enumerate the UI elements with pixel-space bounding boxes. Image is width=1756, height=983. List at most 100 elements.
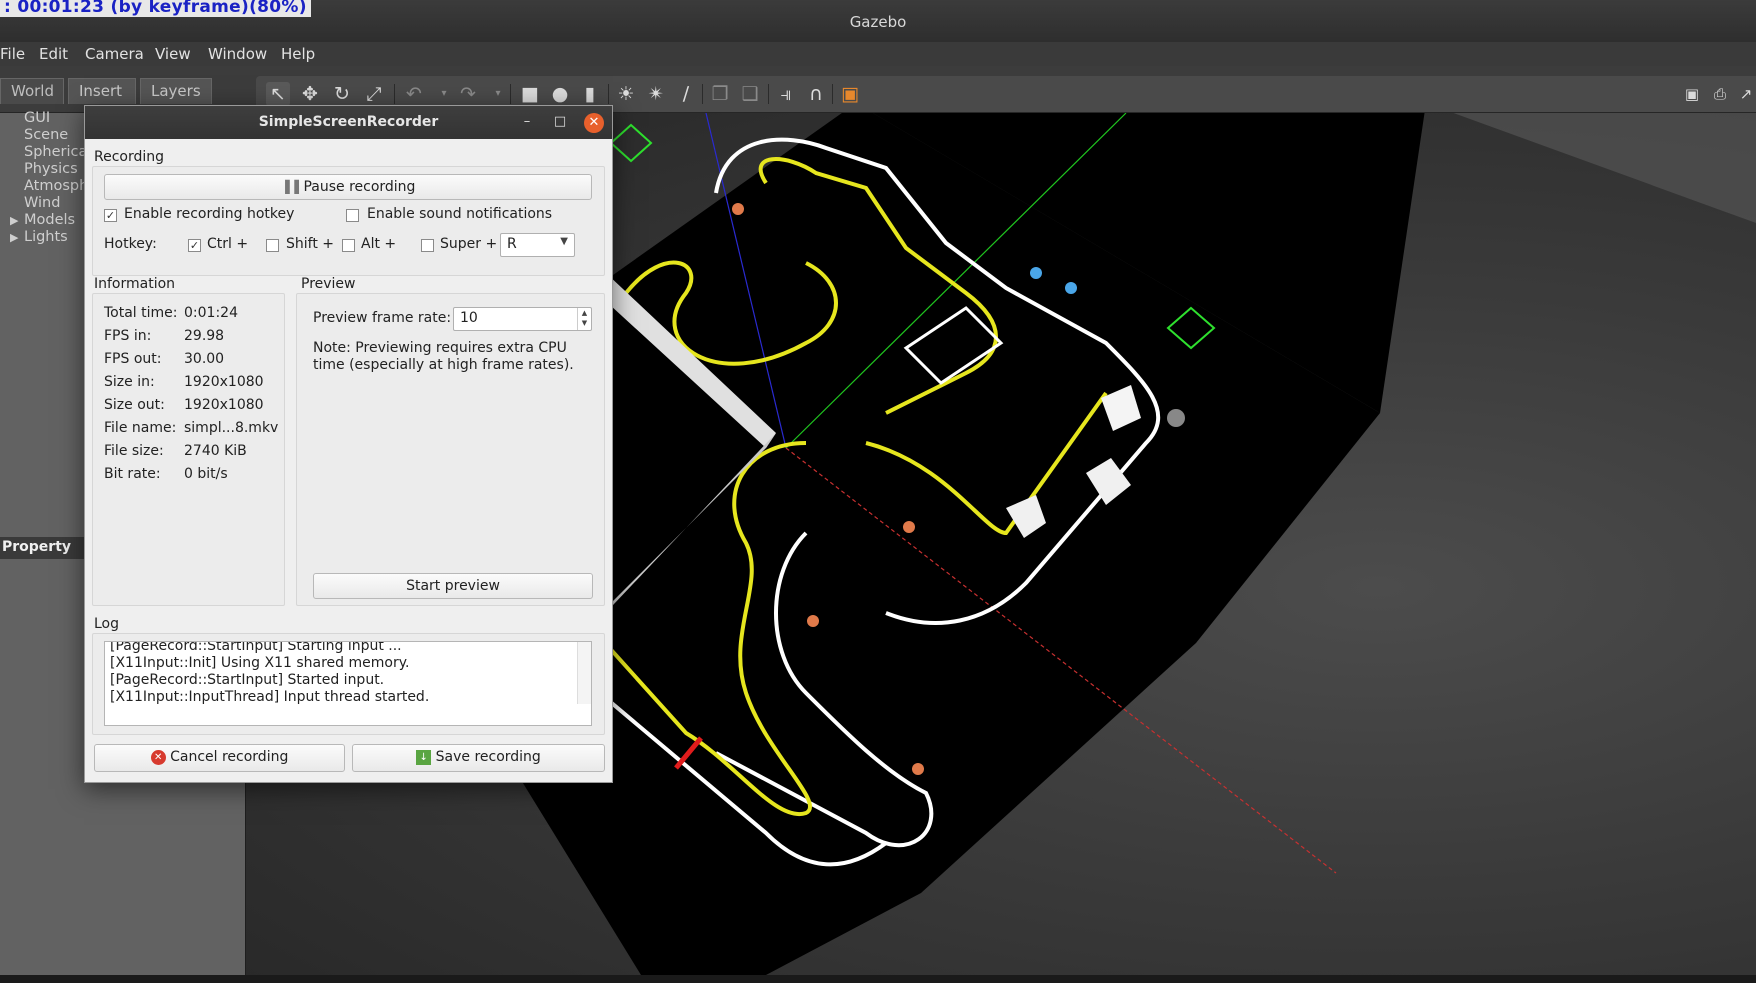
recording-group-label: Recording (94, 149, 165, 165)
ctrl-checkbox[interactable]: ✓ (188, 239, 201, 252)
tab-insert[interactable]: Insert (68, 78, 136, 104)
info-fps-out-value: 30.00 (184, 351, 225, 367)
info-total-time-key: Total time: (104, 305, 178, 321)
select-arrow-icon[interactable]: ↖ (266, 82, 290, 106)
super-label: Super + (440, 236, 498, 252)
preview-note: Note: Previewing requires extra CPU time… (313, 340, 574, 373)
log-line: [X11Input::InputThread] Input thread sta… (110, 689, 430, 705)
robot (807, 615, 819, 627)
log-group-label: Log (94, 616, 120, 632)
tree-item-physics[interactable]: Physics (24, 161, 78, 177)
cylinder-icon[interactable]: ▮ (578, 82, 602, 106)
save-recording-label: Save recording (435, 749, 541, 765)
enable-sound-checkbox[interactable] (346, 209, 359, 222)
tree-item-models[interactable]: Models (24, 212, 75, 228)
cancel-icon: ✕ (150, 749, 166, 765)
undo-dropdown-icon[interactable]: ▾ (432, 82, 456, 106)
scale-icon[interactable]: ⤢ (362, 82, 386, 106)
menu-file[interactable]: File (0, 45, 25, 63)
menu-view[interactable]: View (155, 45, 191, 63)
redo-dropdown-icon[interactable]: ▾ (486, 82, 510, 106)
menu-edit[interactable]: Edit (39, 45, 68, 63)
tree-item-gui[interactable]: GUI (24, 110, 50, 126)
enable-hotkey-checkbox[interactable]: ✓ (104, 209, 117, 222)
log-textarea[interactable]: [PageRecord::StartInput] Starting input … (104, 641, 592, 726)
chevron-down-icon: ▼ (560, 236, 568, 247)
paste-icon[interactable]: ❑ (738, 82, 762, 106)
tree-item-spherical-coordinates[interactable]: Spherica (24, 144, 87, 160)
info-file-name-key: File name: (104, 420, 177, 436)
menu-camera[interactable]: Camera (85, 45, 144, 63)
preview-rate-value: 10 (460, 310, 478, 326)
info-size-out-key: Size out: (104, 397, 165, 413)
shift-checkbox[interactable] (266, 239, 279, 252)
close-icon[interactable]: ✕ (584, 113, 604, 133)
minimize-icon[interactable]: – (517, 113, 537, 133)
info-fps-in-value: 29.98 (184, 328, 225, 344)
menu-window[interactable]: Window (208, 45, 267, 63)
undo-icon[interactable]: ↶ (402, 82, 426, 106)
directional-light-icon[interactable]: ∕ (674, 82, 698, 106)
gazebo-titlebar: Gazebo : 00:01:23 (by keyframe)(80%) (0, 0, 1756, 42)
cancel-recording-label: Cancel recording (170, 749, 289, 765)
tree-item-wind[interactable]: Wind (24, 195, 60, 211)
spin-arrows-icon[interactable]: ▲ ▼ (577, 308, 591, 330)
expand-arrow-icon[interactable]: ▶ (10, 231, 18, 244)
log-scrollbar[interactable] (577, 642, 591, 704)
recording-overlay-text: : 00:01:23 (by keyframe)(80%) (0, 0, 311, 17)
tree-item-atmosphere[interactable]: Atmosph (24, 178, 88, 194)
hotkey-label: Hotkey: (104, 236, 157, 252)
align-icon[interactable]: ⫣ (774, 82, 798, 106)
alt-label: Alt + (361, 236, 397, 252)
maximize-icon[interactable]: □ (550, 113, 570, 133)
log-line: [PageRecord::StartInput] Started input. (110, 672, 385, 688)
menu-help[interactable]: Help (281, 45, 315, 63)
robot (903, 521, 915, 533)
beacon (1030, 267, 1042, 279)
preview-rate-spinbox[interactable]: 10 ▲ ▼ (453, 307, 592, 331)
cancel-recording-button[interactable]: ✕ Cancel recording (94, 744, 345, 772)
alt-checkbox[interactable] (342, 239, 355, 252)
information-group-label: Information (94, 276, 176, 292)
recorder-dialog: SimpleScreenRecorder – □ ✕ Recording ▐▐ … (84, 105, 613, 783)
sphere-icon[interactable]: ● (548, 82, 572, 106)
info-size-out-value: 1920x1080 (184, 397, 264, 413)
info-total-time-value: 0:01:24 (184, 305, 238, 321)
preview-group-label: Preview (301, 276, 356, 292)
box-icon[interactable]: ■ (518, 82, 542, 106)
turtlebot (1167, 409, 1185, 427)
tree-item-scene[interactable]: Scene (24, 127, 68, 143)
point-light-icon[interactable]: ☀ (614, 82, 638, 106)
hotkey-key-select[interactable]: R ▼ (500, 233, 575, 257)
ctrl-label: Ctrl + (207, 236, 249, 252)
view-angle-icon[interactable]: ▣ (838, 82, 862, 106)
tab-layers[interactable]: Layers (140, 78, 212, 104)
translate-icon[interactable]: ✥ (298, 82, 322, 106)
dialog-titlebar: SimpleScreenRecorder – □ ✕ (85, 106, 612, 139)
property-header: Property (0, 537, 90, 559)
info-file-size-value: 2740 KiB (184, 443, 247, 459)
copy-icon[interactable]: ❐ (708, 82, 732, 106)
info-fps-in-key: FPS in: (104, 328, 152, 344)
tab-world[interactable]: World (0, 78, 64, 104)
start-preview-button[interactable]: Start preview (313, 573, 593, 599)
snap-icon[interactable]: ∩ (804, 82, 828, 106)
robot (912, 763, 924, 775)
rotate-icon[interactable]: ↻ (330, 82, 354, 106)
super-checkbox[interactable] (421, 239, 434, 252)
pause-recording-button[interactable]: ▐▐ Pause recording (104, 174, 592, 200)
info-size-in-key: Size in: (104, 374, 155, 390)
save-recording-button[interactable]: ↓ Save recording (352, 744, 605, 772)
screenshot-icon[interactable]: ▣ (1680, 82, 1704, 106)
info-file-name-value: simpl...8.mkv (184, 420, 279, 436)
enable-hotkey-label: Enable recording hotkey (124, 206, 295, 222)
plot-icon[interactable]: ↗ (1734, 82, 1756, 106)
expand-arrow-icon[interactable]: ▶ (10, 214, 18, 227)
spot-light-icon[interactable]: ✴ (644, 82, 668, 106)
redo-icon[interactable]: ↷ (456, 82, 480, 106)
tree-item-lights[interactable]: Lights (24, 229, 68, 245)
shift-label: Shift + (286, 236, 335, 252)
log-icon[interactable]: ⎙ (1708, 82, 1732, 106)
beacon (1065, 282, 1077, 294)
robot (732, 203, 744, 215)
